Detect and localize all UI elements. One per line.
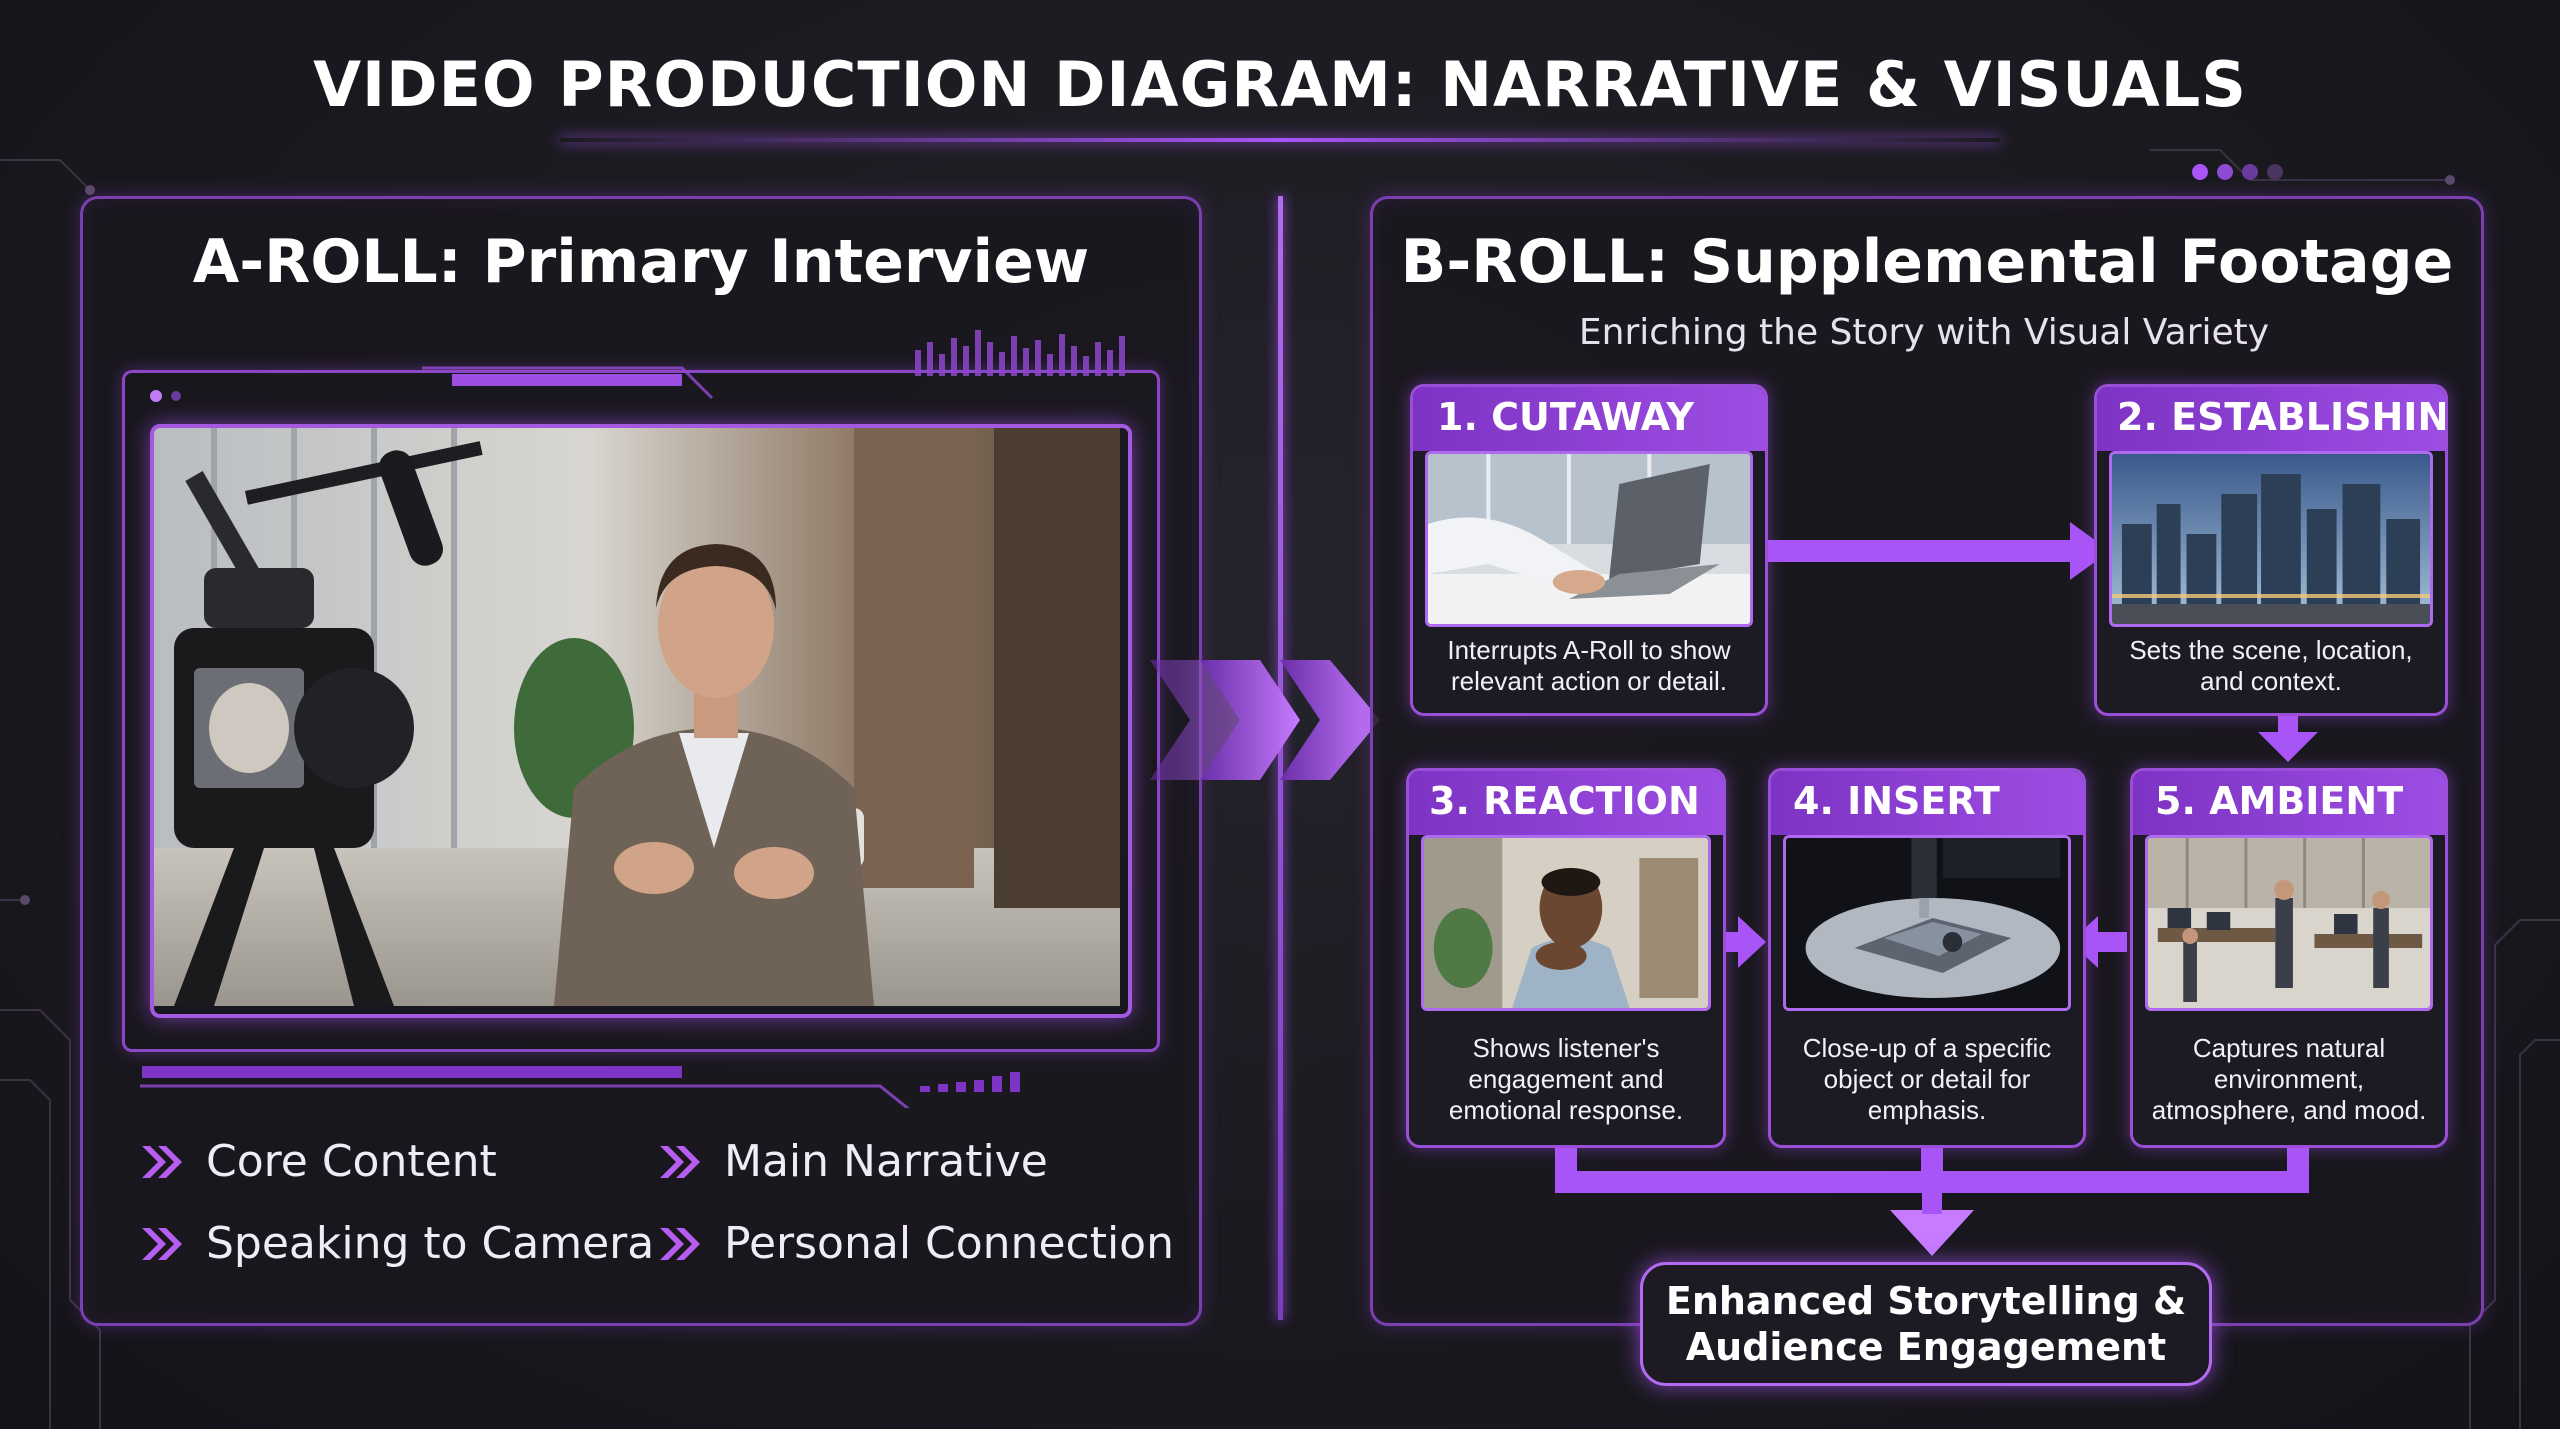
card-establishing: 2. ESTABLISHING Sets the scene, location… — [2094, 384, 2448, 716]
bullet-label: Core Content — [206, 1136, 497, 1187]
insert-image — [1783, 835, 2071, 1011]
interview-photo — [150, 424, 1132, 1018]
chevron-right-icon — [660, 1145, 700, 1178]
b-roll-subtitle: Enriching the Story with Visual Variety — [1578, 312, 2270, 353]
a-roll-title: A-ROLL: Primary Interview — [192, 227, 1090, 297]
card-desc-line: Sets the scene, location, — [2129, 635, 2413, 665]
establishing-image — [2109, 451, 2433, 627]
card-header: 1. CUTAWAY — [1413, 387, 1765, 451]
chevron-right-icon — [142, 1145, 182, 1178]
card-desc-line: Interrupts A-Roll to show — [1447, 635, 1731, 665]
bullet-speaking-to-camera: Speaking to Camera — [140, 1218, 654, 1269]
bullet-main-narrative: Main Narrative — [658, 1136, 1048, 1187]
chevron-right-icon — [660, 1227, 700, 1260]
card-header: 5. AMBIENT — [2133, 771, 2445, 835]
bullet-core-content: Core Content — [140, 1136, 497, 1187]
transition-arrows-icon — [1150, 660, 1380, 780]
card-header: 2. ESTABLISHING — [2097, 387, 2445, 451]
card-desc-line: emotional response. — [1448, 1095, 1684, 1125]
outcome-line-2: Audience Engagement — [1685, 1325, 2167, 1369]
card-desc-line: environment, — [2213, 1064, 2365, 1094]
card-title: 3. REACTION — [1429, 779, 1700, 823]
card-desc-line: emphasis. — [1867, 1095, 1987, 1125]
chevron-right-icon — [142, 1227, 182, 1260]
card-desc-line: Shows listener's — [1472, 1033, 1660, 1063]
card-desc-line: engagement and — [1468, 1064, 1664, 1094]
card-ambient: 5. AMBIENT Captures natural environment,… — [2130, 768, 2448, 1148]
card-desc-line: atmosphere, and mood. — [2151, 1095, 2427, 1125]
card-desc-line: relevant action or detail. — [1450, 666, 1728, 696]
cutaway-image — [1425, 451, 1753, 627]
b-roll-title: B-ROLL: Supplemental Footage — [1400, 227, 2454, 297]
card-reaction: 3. REACTION Shows listener's engagement … — [1406, 768, 1726, 1148]
card-title: 5. AMBIENT — [2155, 779, 2404, 823]
ambient-image — [2145, 835, 2433, 1011]
card-header: 4. INSERT — [1771, 771, 2083, 835]
reaction-image — [1421, 835, 1711, 1011]
card-cutaway: 1. CUTAWAY Interrupts A-Roll to show rel… — [1410, 384, 1768, 716]
bullet-personal-connection: Personal Connection — [658, 1218, 1174, 1269]
frame-bottom-accent — [140, 1066, 1020, 1108]
card-header: 3. REACTION — [1409, 771, 1723, 835]
bullet-label: Personal Connection — [724, 1218, 1174, 1269]
outcome-line-1: Enhanced Storytelling & — [1665, 1279, 2187, 1323]
card-title: 4. INSERT — [1793, 779, 2000, 823]
card-title: 1. CUTAWAY — [1437, 395, 1695, 439]
bullet-label: Main Narrative — [724, 1136, 1048, 1187]
card-insert: 4. INSERT Close-up of a specific object … — [1768, 768, 2086, 1148]
card-desc-line: Captures natural — [2192, 1033, 2386, 1063]
bullet-label: Speaking to Camera — [206, 1218, 655, 1269]
page-title: VIDEO PRODUCTION DIAGRAM: NARRATIVE & VI… — [313, 48, 2247, 121]
outcome-box: Enhanced Storytelling & Audience Engagem… — [1640, 1262, 2212, 1386]
card-desc-line: Close-up of a specific — [1802, 1033, 2052, 1063]
card-title: 2. ESTABLISHING — [2117, 395, 2448, 439]
card-desc-line: object or detail for — [1823, 1064, 2031, 1094]
title-underline — [560, 138, 2000, 142]
card-desc-line: and context. — [2200, 666, 2342, 696]
